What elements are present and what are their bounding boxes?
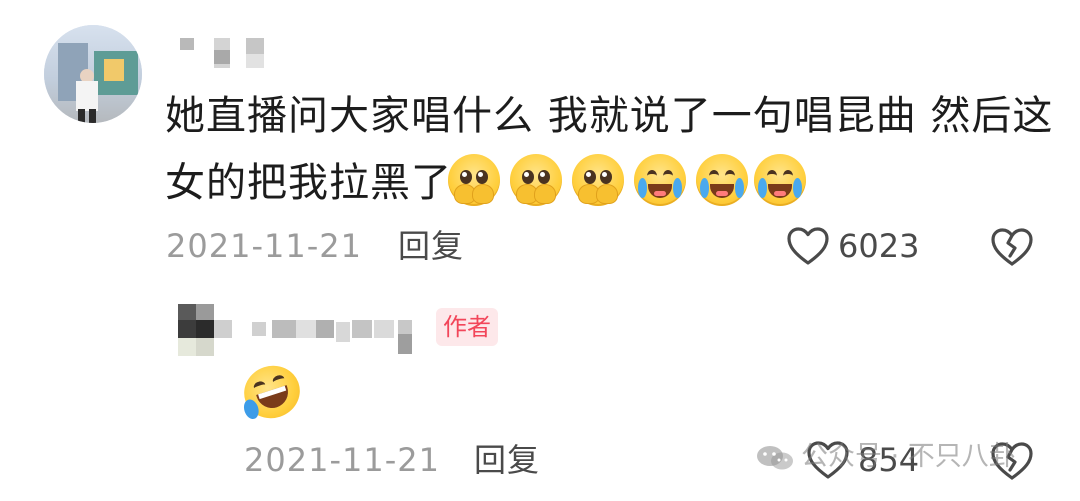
- broken-heart-icon[interactable]: [990, 226, 1034, 268]
- comment-emoji-row: [448, 154, 808, 210]
- comment-text-line-1: 她直播问大家唱什么 我就说了一句唱昆曲 然后这: [165, 93, 1054, 139]
- crying-laughing-emoji: [696, 154, 748, 206]
- watermark: 公众号 · 不只八卦: [755, 440, 1016, 474]
- reply-reply-button[interactable]: 回复: [474, 444, 540, 476]
- cover-mouth-tears-emoji: [448, 154, 500, 206]
- reply-username[interactable]: [252, 314, 430, 358]
- author-badge: 作者: [436, 308, 498, 346]
- crying-laughing-emoji: [754, 154, 806, 206]
- watermark-text: 公众号 · 不只八卦: [801, 441, 1016, 472]
- wechat-icon: [757, 446, 793, 470]
- crying-laughing-emoji: [634, 154, 686, 206]
- comment-like-count: 6023: [838, 227, 920, 265]
- reply-date: 2021-11-21: [244, 441, 440, 479]
- commenter-avatar[interactable]: [44, 25, 142, 123]
- rolling-on-floor-laughing-emoji: [237, 358, 307, 426]
- comment-date: 2021-11-21: [166, 227, 362, 265]
- reply-avatar[interactable]: [178, 304, 234, 358]
- cover-mouth-tears-emoji: [510, 154, 562, 206]
- comment-text-line-2: 女的把我拉黑了: [165, 160, 452, 206]
- heart-outline-icon[interactable]: [786, 226, 830, 266]
- comment-reply-button[interactable]: 回复: [398, 230, 464, 262]
- commenter-username[interactable]: [176, 36, 270, 70]
- cover-mouth-tears-emoji: [572, 154, 624, 206]
